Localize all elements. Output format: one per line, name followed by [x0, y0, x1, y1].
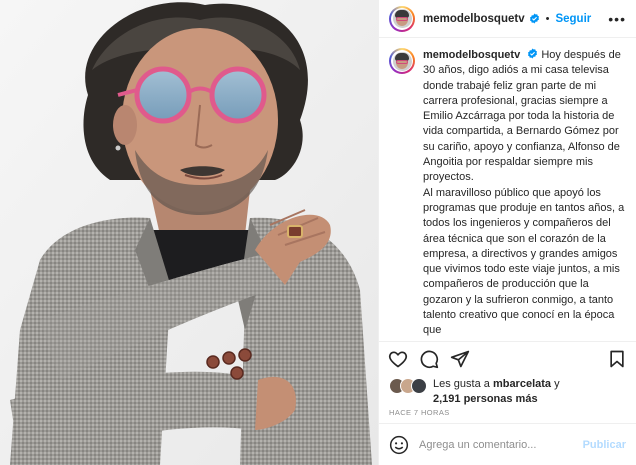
- separator-dot: •: [545, 12, 550, 25]
- comment-box: Publicar: [379, 423, 636, 465]
- post-side-panel: memodelbosquetv • Seguir ••• memodelbosq…: [378, 0, 636, 465]
- comment-bubble-icon[interactable]: [418, 348, 440, 370]
- author-username[interactable]: memodelbosquetv: [423, 13, 525, 25]
- heart-icon[interactable]: [387, 348, 409, 370]
- likes-joiner: y: [554, 378, 560, 390]
- smiley-icon[interactable]: [389, 434, 411, 456]
- likes-prefix: Les gusta a: [433, 378, 490, 390]
- instagram-post: memodelbosquetv • Seguir ••• memodelbosq…: [0, 0, 636, 465]
- bookmark-icon[interactable]: [606, 348, 628, 370]
- publish-button[interactable]: Publicar: [583, 439, 626, 451]
- verified-badge-icon: [529, 13, 540, 24]
- likes-summary: Les gusta a mbarcelata y 2,191 personas …: [379, 375, 636, 407]
- caption-paragraph-1: Hoy después de 30 años, digo adiós a mi …: [423, 49, 621, 184]
- liker-username[interactable]: mbarcelata: [493, 378, 551, 390]
- post-photo[interactable]: [0, 0, 378, 465]
- liker-avatars[interactable]: [389, 378, 427, 394]
- paper-plane-icon[interactable]: [449, 348, 471, 370]
- post-timestamp[interactable]: HACE 7 HORAS: [379, 407, 636, 423]
- caption-text: memodelbosquetv Hoy después de 30 años, …: [423, 48, 626, 339]
- man-with-pink-glasses-photo: [0, 0, 378, 465]
- author-avatar[interactable]: [389, 5, 415, 32]
- more-options-icon[interactable]: •••: [608, 11, 626, 27]
- comment-input[interactable]: [419, 438, 583, 451]
- action-bar: [379, 341, 636, 375]
- caption-author-avatar[interactable]: [389, 48, 415, 74]
- post-header: memodelbosquetv • Seguir •••: [379, 0, 636, 38]
- likes-count-link[interactable]: 2,191 personas más: [433, 393, 538, 405]
- follow-button[interactable]: Seguir: [555, 13, 591, 25]
- caption-scroll-area[interactable]: memodelbosquetv Hoy después de 30 años, …: [379, 38, 636, 341]
- caption-paragraph-2: Al maravilloso público que apoyó los pro…: [423, 186, 625, 337]
- verified-badge-icon: [527, 48, 538, 59]
- caption-username[interactable]: memodelbosquetv: [423, 49, 520, 61]
